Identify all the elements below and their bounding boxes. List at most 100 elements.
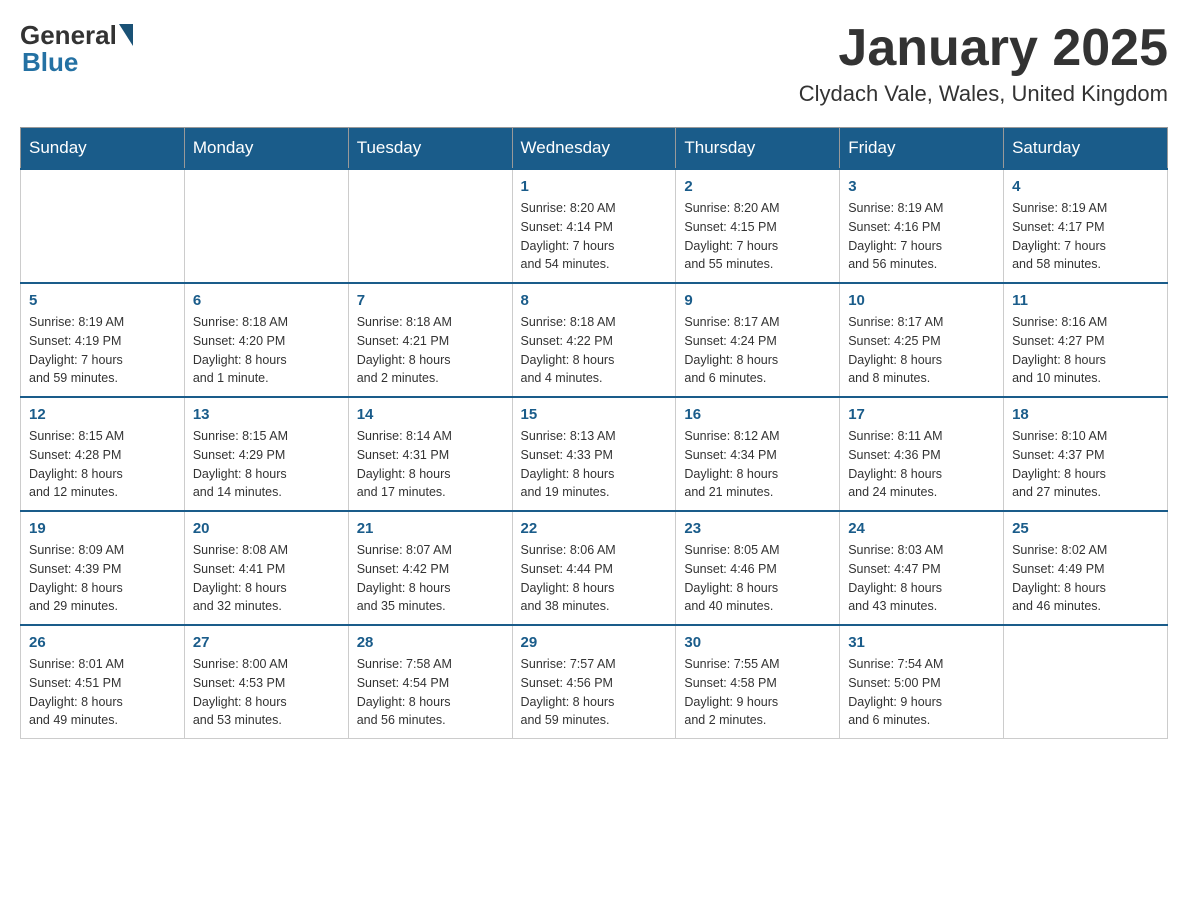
calendar-day-cell: 4 Sunrise: 8:19 AM Sunset: 4:17 PM Daylig… [1004, 169, 1168, 283]
day-number: 23 [684, 520, 831, 537]
day-number: 28 [357, 634, 504, 651]
day-number: 26 [29, 634, 176, 651]
day-info: Sunrise: 8:07 AM Sunset: 4:42 PM Dayligh… [357, 541, 504, 616]
calendar-day-cell: 11 Sunrise: 8:16 AM Sunset: 4:27 PM Dayli… [1004, 283, 1168, 397]
calendar-day-cell: 24 Sunrise: 8:03 AM Sunset: 4:47 PM Dayli… [840, 511, 1004, 625]
day-number: 11 [1012, 292, 1159, 309]
page-header: General Blue January 2025 Clydach Vale, … [20, 20, 1168, 107]
calendar-day-cell: 22 Sunrise: 8:06 AM Sunset: 4:44 PM Dayli… [512, 511, 676, 625]
calendar-day-cell: 9 Sunrise: 8:17 AM Sunset: 4:24 PM Daylig… [676, 283, 840, 397]
day-info: Sunrise: 8:19 AM Sunset: 4:17 PM Dayligh… [1012, 199, 1159, 274]
day-info: Sunrise: 8:03 AM Sunset: 4:47 PM Dayligh… [848, 541, 995, 616]
day-info: Sunrise: 7:54 AM Sunset: 5:00 PM Dayligh… [848, 655, 995, 730]
calendar-day-cell [348, 169, 512, 283]
day-number: 18 [1012, 406, 1159, 423]
day-number: 12 [29, 406, 176, 423]
calendar-day-cell: 1Sunrise: 8:20 AM Sunset: 4:14 PM Daylig… [512, 169, 676, 283]
weekday-header-cell: Thursday [676, 128, 840, 170]
day-number: 17 [848, 406, 995, 423]
day-info: Sunrise: 7:55 AM Sunset: 4:58 PM Dayligh… [684, 655, 831, 730]
weekday-header-cell: Friday [840, 128, 1004, 170]
calendar-day-cell: 18 Sunrise: 8:10 AM Sunset: 4:37 PM Dayli… [1004, 397, 1168, 511]
day-number: 1 [521, 178, 668, 195]
weekday-header-cell: Tuesday [348, 128, 512, 170]
calendar-day-cell: 2 Sunrise: 8:20 AM Sunset: 4:15 PM Daylig… [676, 169, 840, 283]
day-number: 3 [848, 178, 995, 195]
logo-triangle-icon [119, 24, 133, 46]
day-number: 7 [357, 292, 504, 309]
calendar-week-row: 26 Sunrise: 8:01 AM Sunset: 4:51 PM Dayli… [21, 625, 1168, 739]
calendar-day-cell: 20Sunrise: 8:08 AM Sunset: 4:41 PM Dayli… [184, 511, 348, 625]
weekday-header-cell: Sunday [21, 128, 185, 170]
day-number: 10 [848, 292, 995, 309]
day-info: Sunrise: 8:19 AM Sunset: 4:19 PM Dayligh… [29, 313, 176, 388]
day-info: Sunrise: 8:10 AM Sunset: 4:37 PM Dayligh… [1012, 427, 1159, 502]
day-number: 21 [357, 520, 504, 537]
logo-blue-text: Blue [22, 47, 78, 78]
calendar-day-cell: 28 Sunrise: 7:58 AM Sunset: 4:54 PM Dayli… [348, 625, 512, 739]
day-info: Sunrise: 7:58 AM Sunset: 4:54 PM Dayligh… [357, 655, 504, 730]
day-info: Sunrise: 8:08 AM Sunset: 4:41 PM Dayligh… [193, 541, 340, 616]
day-info: Sunrise: 7:57 AM Sunset: 4:56 PM Dayligh… [521, 655, 668, 730]
day-info: Sunrise: 8:14 AM Sunset: 4:31 PM Dayligh… [357, 427, 504, 502]
calendar-day-cell: 23 Sunrise: 8:05 AM Sunset: 4:46 PM Dayli… [676, 511, 840, 625]
logo: General Blue [20, 20, 133, 78]
weekday-header-cell: Wednesday [512, 128, 676, 170]
day-number: 15 [521, 406, 668, 423]
day-number: 22 [521, 520, 668, 537]
day-info: Sunrise: 8:00 AM Sunset: 4:53 PM Dayligh… [193, 655, 340, 730]
day-info: Sunrise: 8:11 AM Sunset: 4:36 PM Dayligh… [848, 427, 995, 502]
day-number: 14 [357, 406, 504, 423]
day-number: 2 [684, 178, 831, 195]
day-info: Sunrise: 8:18 AM Sunset: 4:20 PM Dayligh… [193, 313, 340, 388]
calendar-day-cell: 17 Sunrise: 8:11 AM Sunset: 4:36 PM Dayli… [840, 397, 1004, 511]
day-info: Sunrise: 8:20 AM Sunset: 4:15 PM Dayligh… [684, 199, 831, 274]
day-number: 8 [521, 292, 668, 309]
calendar-day-cell: 26 Sunrise: 8:01 AM Sunset: 4:51 PM Dayli… [21, 625, 185, 739]
calendar-week-row: 12Sunrise: 8:15 AM Sunset: 4:28 PM Dayli… [21, 397, 1168, 511]
day-info: Sunrise: 8:09 AM Sunset: 4:39 PM Dayligh… [29, 541, 176, 616]
weekday-header-row: SundayMondayTuesdayWednesdayThursdayFrid… [21, 128, 1168, 170]
calendar-day-cell: 12Sunrise: 8:15 AM Sunset: 4:28 PM Dayli… [21, 397, 185, 511]
calendar-day-cell: 10Sunrise: 8:17 AM Sunset: 4:25 PM Dayli… [840, 283, 1004, 397]
day-number: 19 [29, 520, 176, 537]
calendar-day-cell: 13 Sunrise: 8:15 AM Sunset: 4:29 PM Dayli… [184, 397, 348, 511]
calendar-week-row: 19 Sunrise: 8:09 AM Sunset: 4:39 PM Dayli… [21, 511, 1168, 625]
day-info: Sunrise: 8:19 AM Sunset: 4:16 PM Dayligh… [848, 199, 995, 274]
day-info: Sunrise: 8:15 AM Sunset: 4:29 PM Dayligh… [193, 427, 340, 502]
calendar-day-cell: 15Sunrise: 8:13 AM Sunset: 4:33 PM Dayli… [512, 397, 676, 511]
day-number: 13 [193, 406, 340, 423]
day-number: 27 [193, 634, 340, 651]
day-info: Sunrise: 8:02 AM Sunset: 4:49 PM Dayligh… [1012, 541, 1159, 616]
day-number: 24 [848, 520, 995, 537]
calendar-day-cell: 25 Sunrise: 8:02 AM Sunset: 4:49 PM Dayli… [1004, 511, 1168, 625]
day-number: 30 [684, 634, 831, 651]
title-section: January 2025 Clydach Vale, Wales, United… [799, 20, 1168, 107]
day-info: Sunrise: 8:18 AM Sunset: 4:22 PM Dayligh… [521, 313, 668, 388]
day-info: Sunrise: 8:16 AM Sunset: 4:27 PM Dayligh… [1012, 313, 1159, 388]
day-info: Sunrise: 8:05 AM Sunset: 4:46 PM Dayligh… [684, 541, 831, 616]
day-info: Sunrise: 8:18 AM Sunset: 4:21 PM Dayligh… [357, 313, 504, 388]
calendar-day-cell: 27 Sunrise: 8:00 AM Sunset: 4:53 PM Dayli… [184, 625, 348, 739]
location-title: Clydach Vale, Wales, United Kingdom [799, 81, 1168, 107]
weekday-header-cell: Monday [184, 128, 348, 170]
day-number: 25 [1012, 520, 1159, 537]
weekday-header-cell: Saturday [1004, 128, 1168, 170]
calendar-week-row: 5Sunrise: 8:19 AM Sunset: 4:19 PM Daylig… [21, 283, 1168, 397]
calendar-day-cell: 19 Sunrise: 8:09 AM Sunset: 4:39 PM Dayli… [21, 511, 185, 625]
calendar-day-cell [21, 169, 185, 283]
calendar-day-cell: 31 Sunrise: 7:54 AM Sunset: 5:00 PM Dayli… [840, 625, 1004, 739]
day-info: Sunrise: 8:17 AM Sunset: 4:24 PM Dayligh… [684, 313, 831, 388]
day-info: Sunrise: 8:06 AM Sunset: 4:44 PM Dayligh… [521, 541, 668, 616]
day-number: 9 [684, 292, 831, 309]
calendar-table: SundayMondayTuesdayWednesdayThursdayFrid… [20, 127, 1168, 739]
day-info: Sunrise: 8:01 AM Sunset: 4:51 PM Dayligh… [29, 655, 176, 730]
calendar-day-cell: 5Sunrise: 8:19 AM Sunset: 4:19 PM Daylig… [21, 283, 185, 397]
day-number: 4 [1012, 178, 1159, 195]
calendar-body: 1Sunrise: 8:20 AM Sunset: 4:14 PM Daylig… [21, 169, 1168, 739]
calendar-day-cell: 3 Sunrise: 8:19 AM Sunset: 4:16 PM Daylig… [840, 169, 1004, 283]
calendar-day-cell [184, 169, 348, 283]
calendar-day-cell: 8 Sunrise: 8:18 AM Sunset: 4:22 PM Daylig… [512, 283, 676, 397]
day-number: 31 [848, 634, 995, 651]
month-title: January 2025 [799, 20, 1168, 77]
